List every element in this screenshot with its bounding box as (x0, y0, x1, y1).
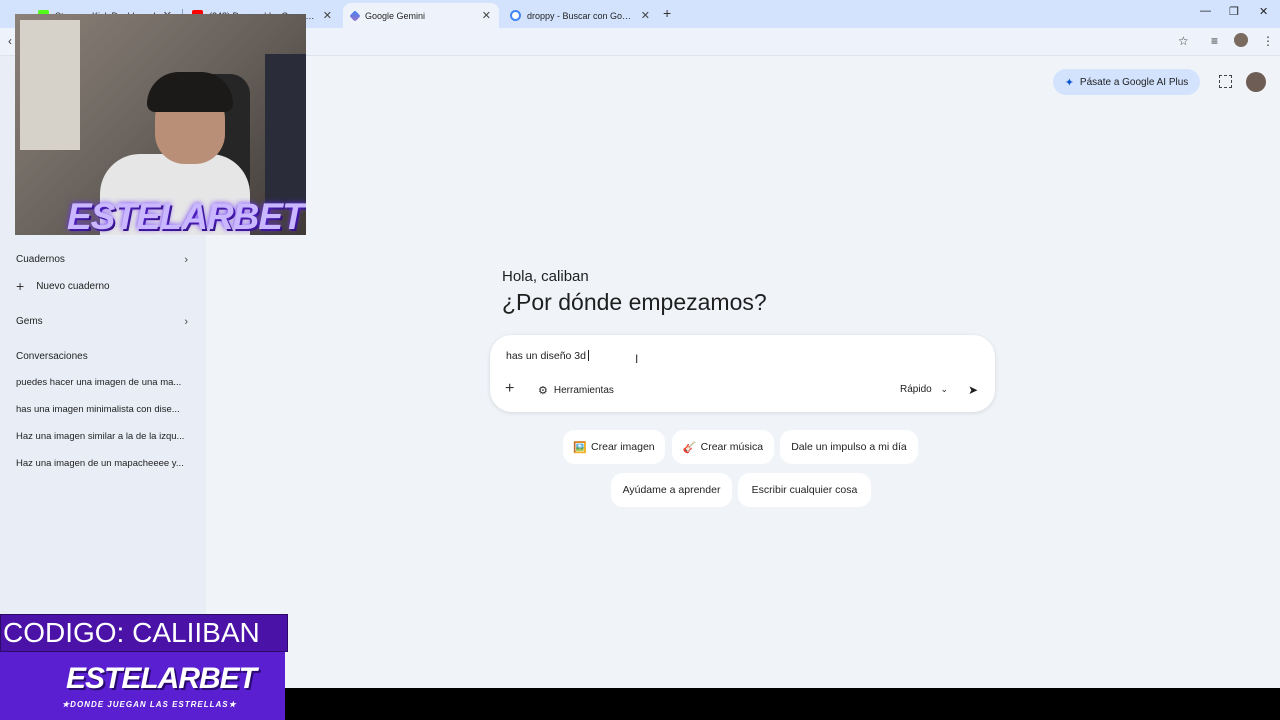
sponsor-logo: ESTELARBET (66, 662, 257, 695)
conversations-heading: Conversaciones (16, 351, 88, 362)
tools-label: Herramientas (553, 385, 614, 396)
tab-google-search[interactable]: droppy - Buscar con Google ✕ (502, 3, 658, 28)
google-favicon-icon (510, 10, 521, 21)
image-icon: 🖼️ (573, 441, 588, 454)
sidebar-item-notebooks[interactable]: Cuadernos › (16, 253, 192, 266)
prompt-composer: has un diseño 3d I + ⚙ Herramientas Rápi… (490, 335, 995, 412)
tab-title: Google Gemini (365, 10, 426, 21)
chevron-right-icon: › (184, 315, 188, 328)
media-control-icon[interactable]: ≡ (1211, 34, 1218, 48)
model-mode-select[interactable]: Rápido ⌄ (900, 384, 948, 395)
sparkle-icon: ✦ (1064, 76, 1074, 89)
prompt-input[interactable]: has un diseño 3d (506, 350, 589, 362)
screen: Stream - Kick Dashboard ✕ (248) Droppy |… (0, 0, 1280, 720)
add-attachment-button[interactable]: + (505, 380, 514, 398)
conversation-item[interactable]: Haz una imagen de un mapacheeee y... (16, 458, 192, 469)
browser-menu-icon[interactable]: ⋮ (1262, 34, 1274, 48)
sponsor-tagline: ★DONDE JUEGAN LAS ESTRELLAS★ (62, 700, 237, 709)
close-tab-icon[interactable]: ✕ (482, 9, 491, 22)
prompt-input-value: has un diseño 3d (506, 350, 586, 362)
profile-avatar-icon[interactable] (1234, 33, 1248, 47)
close-tab-icon[interactable]: ✕ (641, 9, 650, 22)
conversation-item[interactable]: Haz una imagen similar a la de la izqu..… (16, 431, 192, 442)
chip-label: Crear imagen (591, 441, 655, 453)
canvas-select-icon[interactable] (1219, 75, 1232, 88)
chip-write-anything[interactable]: Escribir cualquier cosa (738, 473, 871, 507)
chip-create-music[interactable]: 🎸 Crear música (672, 430, 774, 464)
plus-icon: + (16, 278, 25, 294)
tab-google-gemini[interactable]: Google Gemini ✕ (343, 3, 499, 28)
guitar-icon: 🎸 (682, 441, 697, 454)
stream-bottom-bar (285, 688, 1280, 720)
maximize-icon[interactable]: ❐ (1229, 5, 1239, 18)
sidebar-item-gems[interactable]: Gems › (16, 315, 192, 328)
upgrade-label: Pásate a Google AI Plus (1079, 76, 1189, 88)
back-icon[interactable]: ‹ (8, 34, 12, 48)
sidebar-item-label: Cuadernos (16, 254, 65, 265)
minimize-icon[interactable]: — (1200, 5, 1211, 17)
webcam-shelf (265, 54, 306, 204)
chip-label: Dale un impulso a mi día (791, 441, 907, 453)
mode-label: Rápido (900, 384, 932, 395)
upgrade-button[interactable]: ✦ Pásate a Google AI Plus (1053, 69, 1200, 95)
send-arrow-icon: ➤ (967, 383, 979, 397)
send-button[interactable]: ➤ (962, 379, 984, 401)
chip-help-learn[interactable]: Ayúdame a aprender (611, 473, 732, 507)
promo-code-banner: CODIGO: CALIIBAN (0, 614, 288, 652)
mouse-ibeam-cursor-icon: I (635, 352, 639, 366)
text-caret (587, 350, 589, 361)
gemini-favicon-icon (349, 9, 361, 22)
tools-button[interactable]: ⚙ Herramientas (538, 384, 614, 397)
chip-create-image[interactable]: 🖼️ Crear imagen (563, 430, 665, 464)
chip-label: Crear música (700, 441, 764, 453)
close-tab-icon[interactable]: ✕ (323, 9, 332, 22)
sponsor-banner: ESTELARBET ★DONDE JUEGAN LAS ESTRELLAS★ (0, 652, 285, 720)
chip-label: Ayúdame a aprender (622, 484, 721, 496)
chevron-right-icon: › (184, 253, 188, 266)
tab-title: droppy - Buscar con Google (527, 10, 635, 21)
sliders-icon: ⚙ (538, 385, 548, 397)
chevron-down-icon: ⌄ (940, 384, 949, 394)
bookmark-star-icon[interactable]: ☆ (1178, 34, 1189, 48)
webcam-door (20, 20, 80, 150)
chip-boost-day[interactable]: Dale un impulso a mi día (780, 430, 918, 464)
greeting-text: Hola, caliban (502, 268, 589, 285)
webcam-overlay: ESTELARBET (15, 14, 306, 235)
sidebar-item-label: Nuevo cuaderno (36, 280, 110, 292)
webcam-brand-logo: ESTELARBET (67, 196, 305, 235)
conversation-item[interactable]: has una imagen minimalista con dise... (16, 404, 192, 415)
new-tab-button[interactable]: + (663, 5, 671, 21)
chip-label: Escribir cualquier cosa (751, 484, 858, 496)
sidebar-item-new-notebook[interactable]: + Nuevo cuaderno (16, 278, 192, 294)
page-title: ¿Por dónde empezamos? (502, 289, 767, 315)
close-window-icon[interactable]: ✕ (1259, 5, 1268, 18)
avatar[interactable] (1246, 72, 1266, 92)
webcam-headphones (147, 72, 233, 112)
conversation-item[interactable]: puedes hacer una imagen de una ma... (16, 377, 192, 388)
sidebar-item-label: Gems (16, 316, 43, 327)
